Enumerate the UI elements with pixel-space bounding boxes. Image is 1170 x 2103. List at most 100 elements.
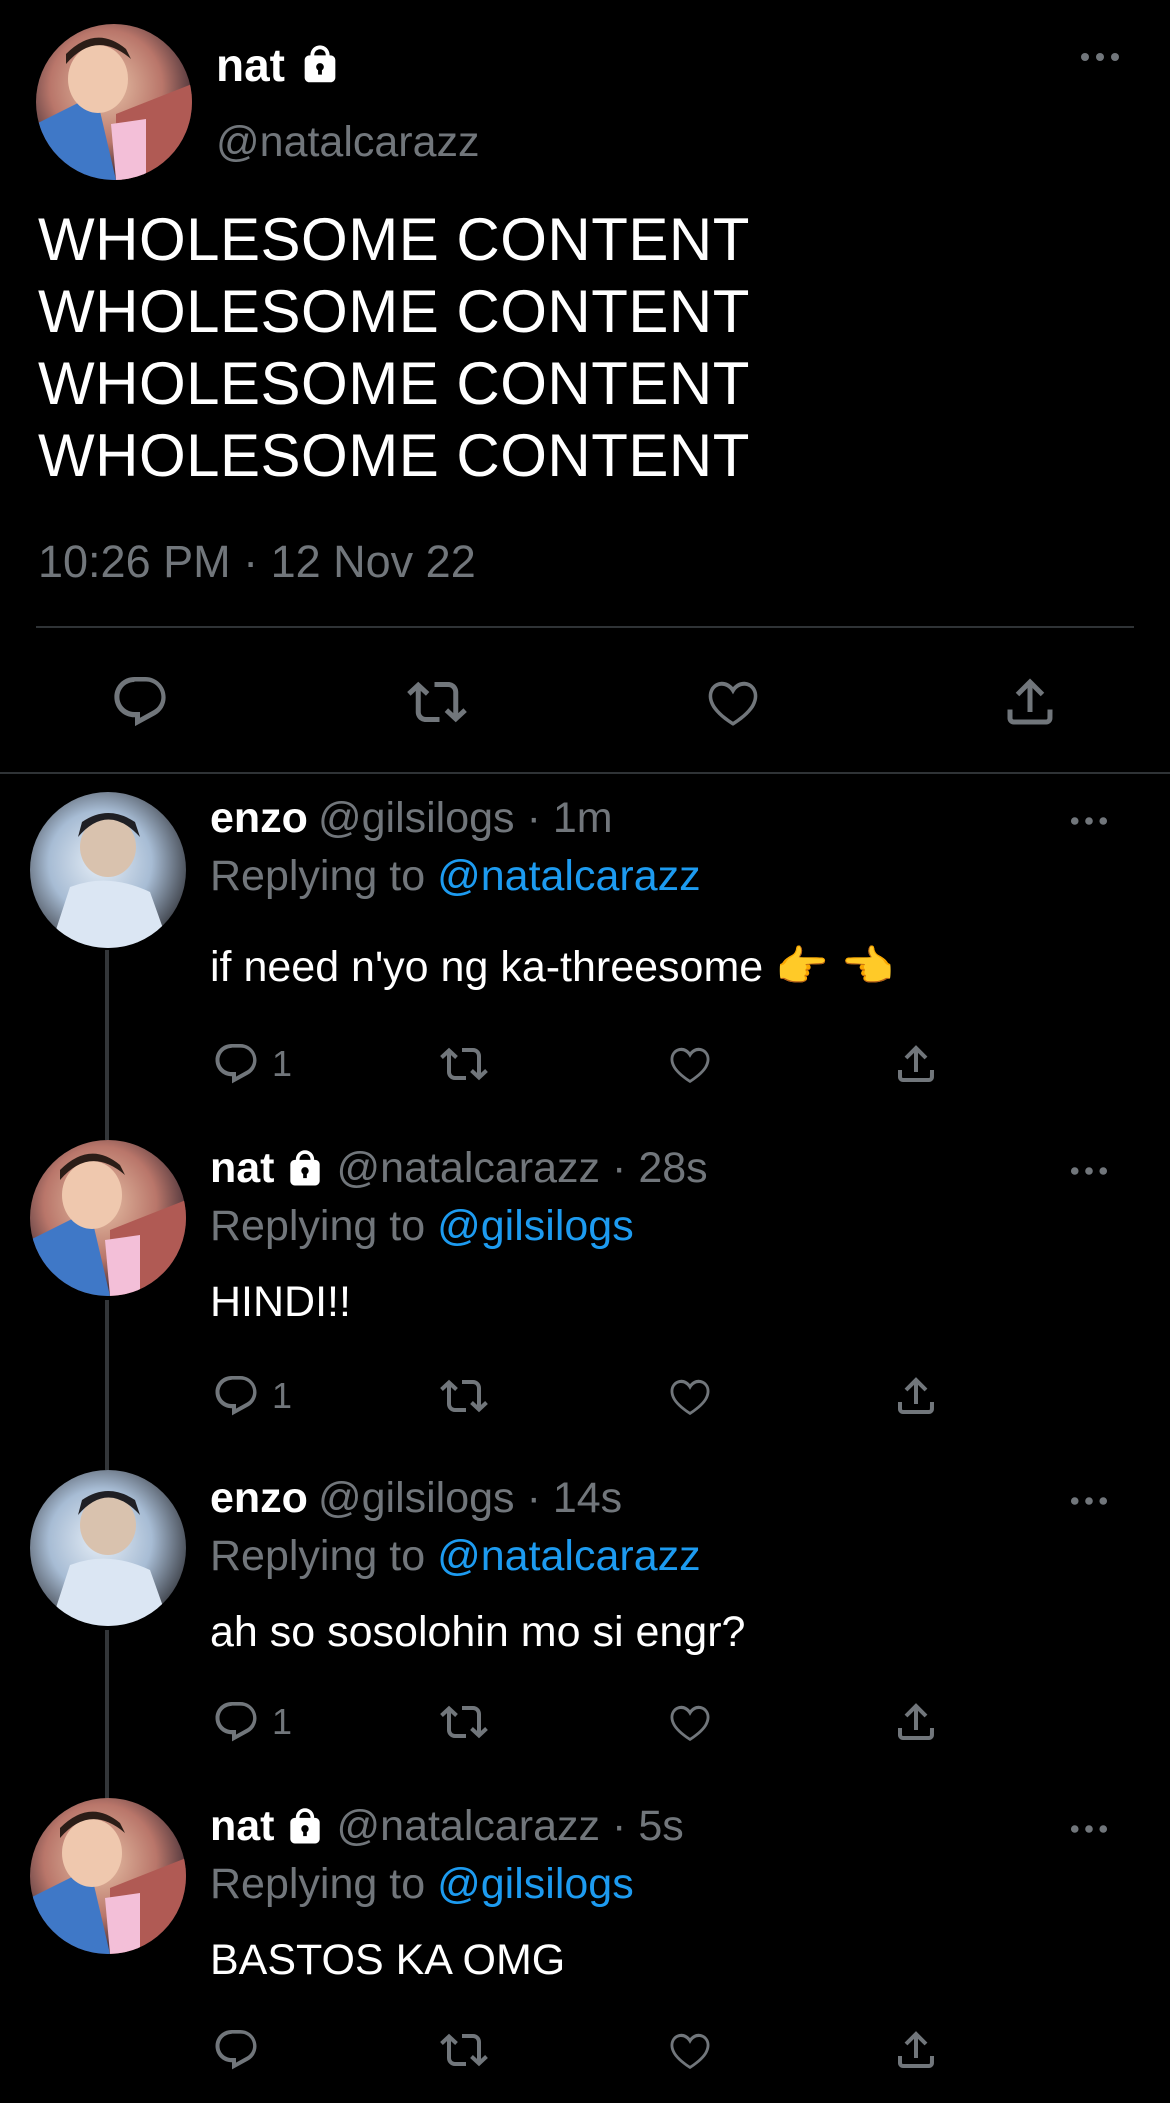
replying-to: Replying to @natalcarazz: [210, 852, 701, 901]
tweet-text-line: WHOLESOME CONTENT: [38, 206, 750, 273]
more-icon[interactable]: [1080, 50, 1120, 64]
reply-time[interactable]: · 5s: [612, 1802, 684, 1851]
more-icon[interactable]: [1070, 1822, 1108, 1836]
reply-button[interactable]: 1: [212, 1040, 292, 1088]
reply-count: 1: [272, 1375, 293, 1416]
reply-icon: [110, 672, 170, 732]
share-button[interactable]: [892, 1040, 940, 1088]
like-icon: [666, 1698, 714, 1746]
reply-author-name[interactable]: nat: [210, 1144, 327, 1193]
author-name[interactable]: nat: [216, 38, 343, 92]
retweet-button[interactable]: [407, 672, 467, 732]
share-icon: [892, 1040, 940, 1088]
reply-icon: [212, 1372, 260, 1420]
reply-author-handle[interactable]: @gilsilogs: [318, 794, 515, 843]
retweet-button[interactable]: [440, 2026, 488, 2074]
author-name-text[interactable]: nat: [216, 38, 285, 92]
divider: [0, 772, 1170, 774]
reply-header: nat @natalcarazz · 28s: [210, 1144, 708, 1193]
author-handle[interactable]: @natalcarazz: [216, 118, 480, 167]
thread-line: [105, 1300, 109, 1470]
reply-icon: [212, 1698, 260, 1746]
like-button[interactable]: [666, 1372, 714, 1420]
reply-avatar[interactable]: [30, 792, 186, 948]
reply-author-name[interactable]: nat: [210, 1802, 327, 1851]
retweet-button[interactable]: [440, 1040, 488, 1088]
replying-label: Replying to: [210, 1202, 426, 1250]
reply-author-name[interactable]: enzo: [210, 794, 308, 843]
retweet-icon: [440, 1372, 488, 1420]
share-button[interactable]: [892, 2026, 940, 2074]
reply-text: if need n'yo ng ka-threesome 👉 👈: [210, 943, 895, 991]
like-icon: [666, 1040, 714, 1088]
like-button[interactable]: [666, 1040, 714, 1088]
replying-to: Replying to @natalcarazz: [210, 1532, 701, 1581]
retweet-icon: [440, 1040, 488, 1088]
reply-button[interactable]: 1: [212, 1372, 292, 1420]
retweet-icon: [440, 1698, 488, 1746]
lock-icon: [297, 42, 343, 88]
retweet-button[interactable]: [440, 1372, 488, 1420]
tweet-text-line: WHOLESOME CONTENT: [38, 422, 750, 489]
reply-author-handle[interactable]: @gilsilogs: [318, 1474, 515, 1523]
reply-button[interactable]: [110, 672, 170, 732]
like-icon: [703, 672, 763, 732]
tweet-text-line: WHOLESOME CONTENT: [38, 278, 750, 345]
reply-avatar[interactable]: [30, 1470, 186, 1626]
reply-author-handle[interactable]: @natalcarazz: [337, 1144, 601, 1193]
mention-link[interactable]: @gilsilogs: [437, 1860, 634, 1908]
like-button[interactable]: [666, 1698, 714, 1746]
reply-text: ah so sosolohin mo si engr?: [210, 1608, 746, 1656]
share-button[interactable]: [892, 1372, 940, 1420]
reply-button[interactable]: [212, 2026, 272, 2074]
share-button[interactable]: [1000, 672, 1060, 732]
like-button[interactable]: [703, 672, 763, 732]
reply-count: 1: [272, 1701, 293, 1742]
reply-button[interactable]: 1: [212, 1698, 292, 1746]
reply-avatar[interactable]: [30, 1798, 186, 1954]
reply-time[interactable]: · 14s: [527, 1474, 623, 1523]
reply-time[interactable]: · 1m: [527, 794, 613, 843]
replying-to: Replying to @gilsilogs: [210, 1202, 634, 1251]
replying-to: Replying to @gilsilogs: [210, 1860, 634, 1909]
like-icon: [666, 2026, 714, 2074]
replying-label: Replying to: [210, 852, 426, 900]
replying-label: Replying to: [210, 1860, 426, 1908]
author-avatar[interactable]: [36, 24, 192, 180]
thread-line: [105, 950, 109, 1140]
reply-author-handle[interactable]: @natalcarazz: [337, 1802, 601, 1851]
reply-header: enzo @gilsilogs · 14s: [210, 1474, 622, 1523]
tweet-text-line: WHOLESOME CONTENT: [38, 350, 750, 417]
reply-count: 1: [272, 1043, 293, 1084]
more-icon[interactable]: [1070, 1164, 1108, 1178]
reply-icon: [212, 1040, 260, 1088]
reply-time[interactable]: · 28s: [612, 1144, 708, 1193]
like-icon: [666, 1372, 714, 1420]
lock-icon: [283, 1147, 327, 1191]
retweet-button[interactable]: [440, 1698, 488, 1746]
retweet-icon: [440, 2026, 488, 2074]
share-icon: [892, 2026, 940, 2074]
more-icon[interactable]: [1070, 814, 1108, 828]
replying-label: Replying to: [210, 1532, 426, 1580]
share-icon: [892, 1698, 940, 1746]
reply-avatar[interactable]: [30, 1140, 186, 1296]
mention-link[interactable]: @gilsilogs: [437, 1202, 634, 1250]
more-icon[interactable]: [1070, 1494, 1108, 1508]
lock-icon: [283, 1805, 327, 1849]
reply-text: HINDI!!: [210, 1278, 351, 1326]
tweet-timestamp[interactable]: 10:26 PM · 12 Nov 22: [38, 536, 476, 588]
retweet-icon: [407, 672, 467, 732]
reply-header: nat @natalcarazz · 5s: [210, 1802, 684, 1851]
thread-line: [105, 1630, 109, 1800]
share-icon: [892, 1372, 940, 1420]
reply-icon: [212, 2026, 260, 2074]
share-button[interactable]: [892, 1698, 940, 1746]
mention-link[interactable]: @natalcarazz: [437, 1532, 701, 1580]
like-button[interactable]: [666, 2026, 714, 2074]
mention-link[interactable]: @natalcarazz: [437, 852, 701, 900]
reply-author-name[interactable]: enzo: [210, 1474, 308, 1523]
divider: [36, 626, 1134, 628]
reply-text: BASTOS KA OMG: [210, 1936, 566, 1984]
tweet-text: WHOLESOME CONTENT WHOLESOME CONTENT WHOL…: [38, 204, 750, 492]
